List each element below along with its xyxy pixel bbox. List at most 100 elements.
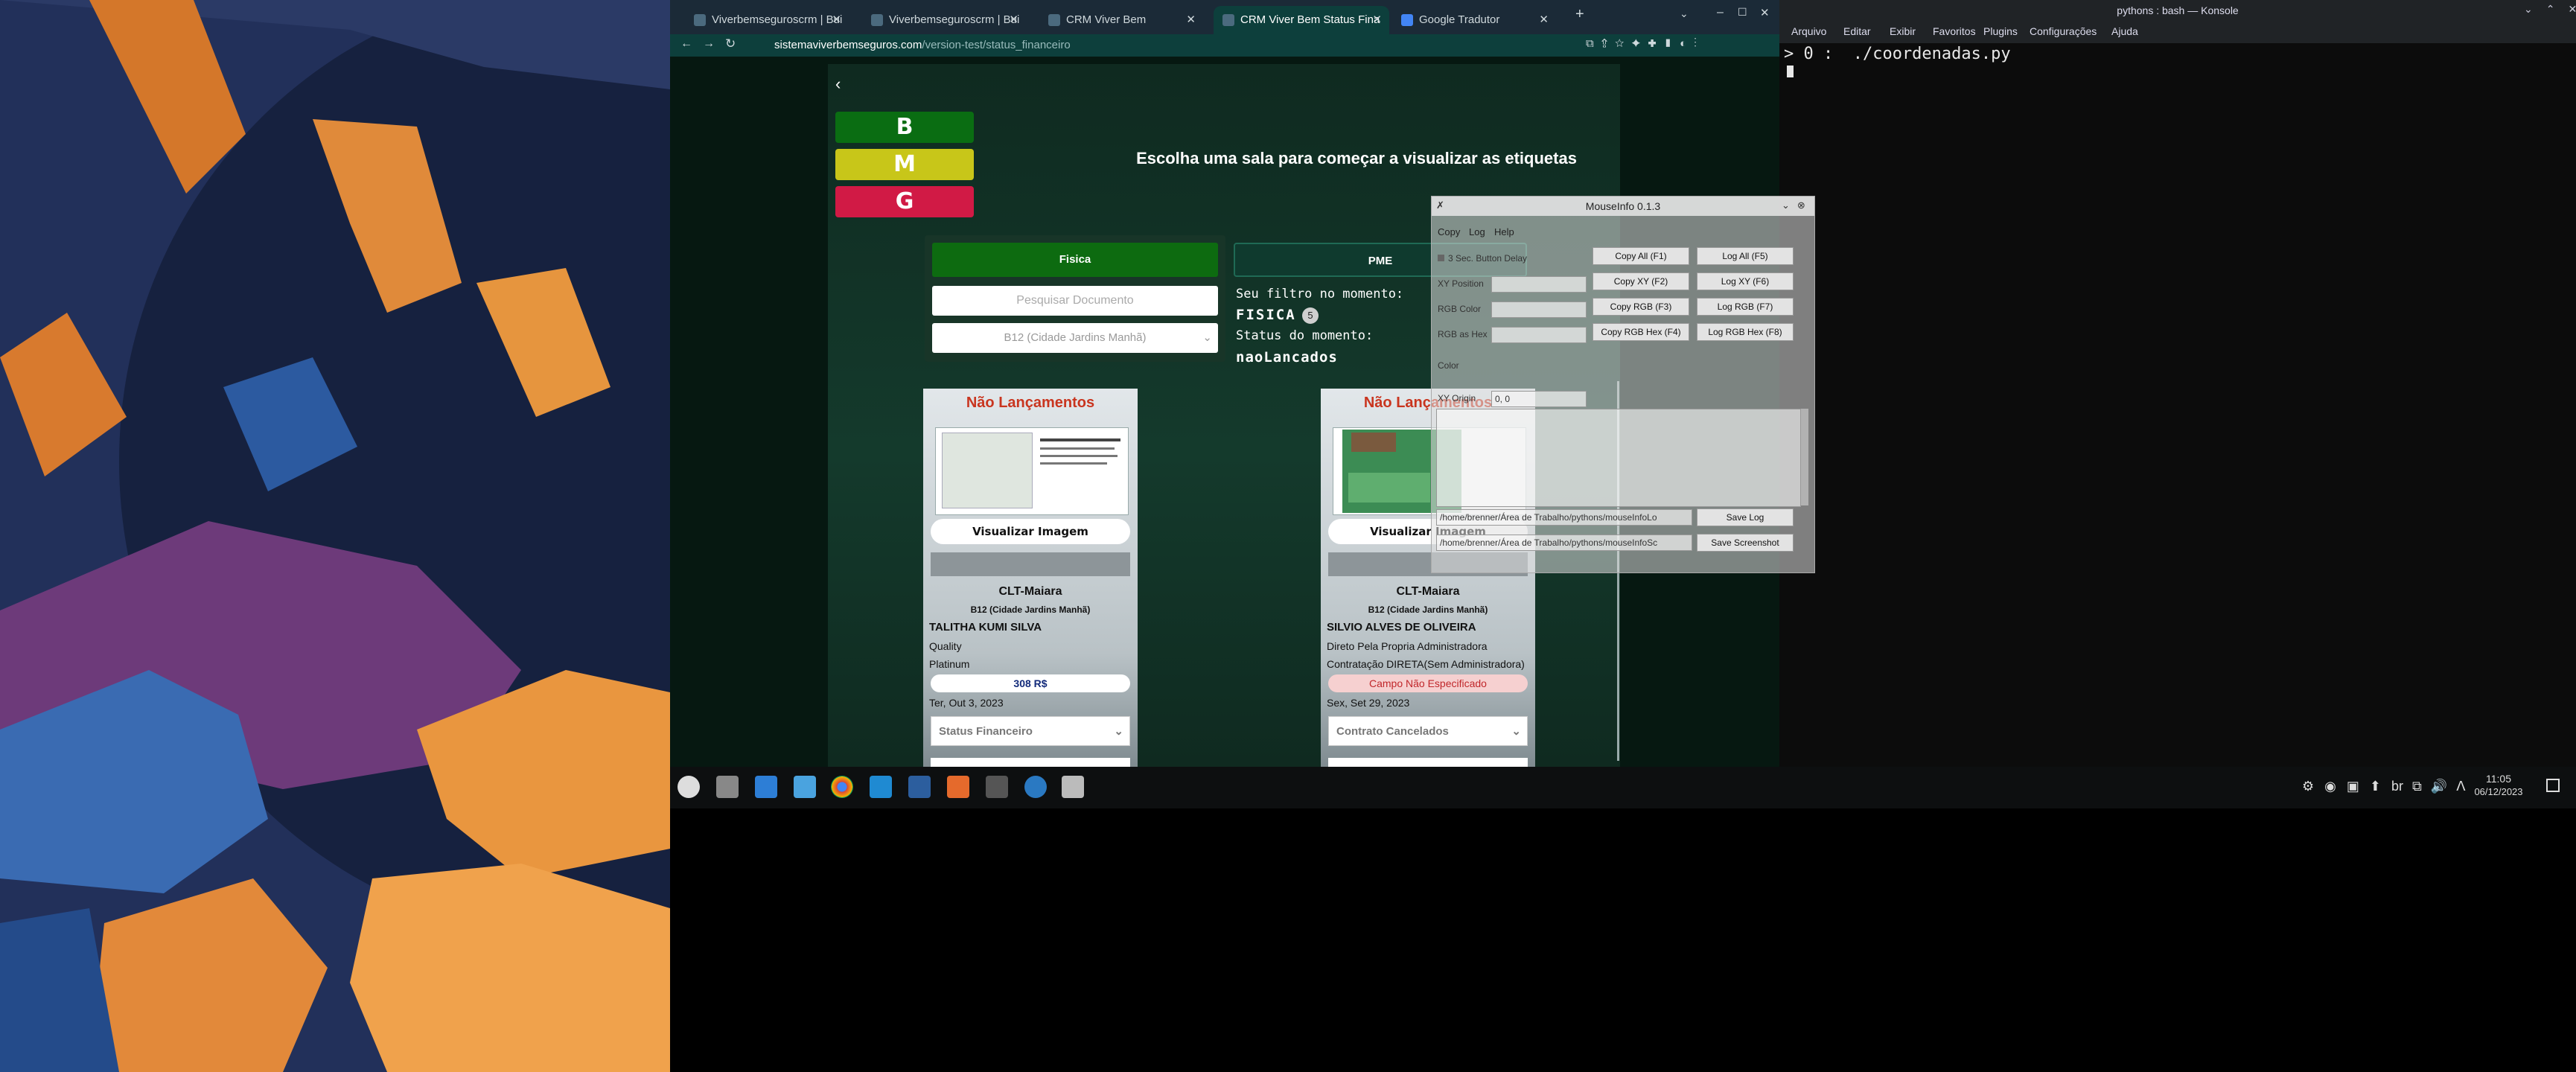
menu-configuracoes[interactable]: Configurações [2030, 25, 2097, 37]
close-tab-icon[interactable]: ✕ [1009, 6, 1018, 34]
next-select-partial [931, 758, 1130, 767]
mouseinfo-title: MouseInfo 0.1.3 [1432, 197, 1814, 216]
log-scrollbar[interactable] [1801, 409, 1808, 505]
site-favicon-icon [694, 14, 706, 26]
konsole-menubar: Arquivo Editar Exibir Favoritos Plugins … [1779, 21, 2576, 43]
tray-status-icons[interactable]: ⧉🔊ᐱ [2412, 779, 2475, 794]
filter-count-badge: 5 [1302, 307, 1319, 324]
menu-favoritos[interactable]: Favoritos [1933, 25, 1976, 37]
clock-time[interactable]: 11:05 [2475, 773, 2522, 785]
log-rgb-hex-button[interactable]: Log RGB Hex (F8) [1697, 323, 1794, 341]
forward-arrow-icon[interactable]: → [703, 37, 715, 51]
filter-panel: Fisica Pesquisar Documento B12 (Cidade J… [925, 235, 1225, 362]
delay-checkbox[interactable] [1438, 255, 1444, 261]
close-tab-icon[interactable]: ✕ [832, 6, 841, 34]
copy-rgb-button[interactable]: Copy RGB (F3) [1593, 298, 1689, 316]
card-location: B12 (Cidade Jardins Manhã) [970, 604, 1091, 615]
menu-copy[interactable]: Copy [1438, 226, 1460, 237]
rgb-color-field[interactable] [1491, 302, 1587, 318]
app-launcher-icon[interactable] [678, 776, 700, 798]
room-button-g[interactable]: G [835, 186, 974, 217]
tab-5[interactable]: Google Tradutor ✕ [1392, 6, 1556, 34]
vscode-icon[interactable] [870, 776, 892, 798]
document-thumbnail[interactable] [935, 427, 1129, 515]
status-select[interactable]: Contrato Cancelados ⌄ [1328, 716, 1528, 746]
tab-bar: Viverbemseguroscrm | Bui ✕ Viverbemseguro… [670, 0, 1779, 34]
chevron-left-icon[interactable]: ‹ [835, 74, 841, 94]
value-pill: 308 R$ [931, 674, 1130, 692]
rgb-hex-label: RGB as Hex [1438, 329, 1488, 339]
card-placeholder-bar [931, 552, 1130, 576]
menu-plugins[interactable]: Plugins [1983, 25, 2018, 37]
color-label: Color [1438, 360, 1459, 371]
copy-all-button[interactable]: Copy All (F1) [1593, 247, 1689, 265]
close-window-icon[interactable]: ✕ [1760, 6, 1770, 19]
menu-editar[interactable]: Editar [1843, 25, 1871, 37]
back-arrow-icon[interactable]: ← [680, 37, 692, 51]
save-screenshot-button[interactable]: Save Screenshot [1697, 534, 1794, 552]
browser-icon[interactable] [1024, 776, 1047, 798]
tab-3[interactable]: CRM Viver Bem ✕ [1039, 6, 1203, 34]
log-textarea[interactable] [1436, 409, 1801, 507]
xy-origin-field[interactable]: 0, 0 [1491, 391, 1587, 407]
copy-rgb-hex-button[interactable]: Copy RGB Hex (F4) [1593, 323, 1689, 341]
status-select[interactable]: Status Financeiro ⌄ [931, 716, 1130, 746]
next-select-partial [1328, 758, 1528, 767]
room-button-m[interactable]: M [835, 149, 974, 180]
desktop-wallpaper [0, 0, 670, 1072]
keyboard-layout[interactable]: br [2391, 779, 2403, 794]
log-all-button[interactable]: Log All (F5) [1697, 247, 1794, 265]
url-bar[interactable]: sistemaviverbemseguros.com/version-test/… [752, 36, 1496, 55]
window-controls-icons[interactable]: ⌄⌃✕ [2524, 3, 2576, 16]
app-icon[interactable] [947, 776, 969, 798]
tab-2[interactable]: Viverbemseguroscrm | Bui ✕ [862, 6, 1026, 34]
xy-position-field[interactable] [1491, 276, 1587, 293]
search-document-input[interactable]: Pesquisar Documento [932, 286, 1218, 316]
chevron-down-icon[interactable]: ⌄ [1680, 7, 1689, 20]
show-desktop-icon[interactable] [2546, 779, 2560, 792]
screenshot-path-field[interactable]: /home/brenner/Área de Trabalho/pythons/m… [1436, 535, 1692, 551]
app-icon[interactable] [908, 776, 931, 798]
log-rgb-button[interactable]: Log RGB (F7) [1697, 298, 1794, 316]
menu-exibir[interactable]: Exibir [1890, 25, 1916, 37]
card-line1: Quality [929, 640, 962, 652]
fisica-button[interactable]: Fisica [932, 243, 1218, 277]
minimize-icon[interactable]: – [1717, 6, 1724, 19]
close-tab-icon[interactable]: ✕ [1372, 6, 1382, 34]
card-name: SILVIO ALVES DE OLIVEIRA [1327, 621, 1476, 634]
save-log-button[interactable]: Save Log [1697, 508, 1794, 526]
discover-icon[interactable] [755, 776, 777, 798]
copy-xy-button[interactable]: Copy XY (F2) [1593, 272, 1689, 290]
room-button-b[interactable]: B [835, 112, 974, 143]
extension-icons[interactable]: ⧉⇪☆✦✚▮◐⋮ [1586, 37, 1704, 50]
view-image-button[interactable]: Visualizar Imagem [931, 519, 1130, 544]
log-path-field[interactable]: /home/brenner/Área de Trabalho/pythons/m… [1436, 509, 1692, 526]
new-tab-icon[interactable]: + [1575, 6, 1584, 23]
taskbar: ⚙◉▣⬆ br ⧉🔊ᐱ 11:05 06/12/2023 [670, 767, 2576, 808]
close-tab-icon[interactable]: ✕ [1539, 6, 1549, 34]
card-date: Sex, Set 29, 2023 [1327, 697, 1410, 709]
menu-ajuda[interactable]: Ajuda [2111, 25, 2138, 37]
rgb-hex-field[interactable] [1491, 327, 1587, 343]
app-icon: ✗ [1436, 200, 1444, 211]
close-tab-icon[interactable]: ✕ [1186, 6, 1196, 34]
reload-icon[interactable]: ↻ [725, 36, 736, 51]
chevron-down-icon: ⌄ [1511, 725, 1521, 738]
clock-date[interactable]: 06/12/2023 [2472, 786, 2525, 797]
mouseinfo-task-icon[interactable] [1062, 776, 1084, 798]
location-select[interactable]: B12 (Cidade Jardins Manhã) ⌄ [932, 323, 1218, 353]
tab-1[interactable]: Viverbemseguroscrm | Bui ✕ [685, 6, 849, 34]
menu-help[interactable]: Help [1494, 226, 1514, 237]
file-manager-icon[interactable] [794, 776, 816, 798]
chrome-icon[interactable] [831, 776, 853, 798]
tab-4-active[interactable]: CRM Viver Bem Status Fina ✕ [1214, 6, 1389, 34]
konsole-icon[interactable] [986, 776, 1008, 798]
log-xy-button[interactable]: Log XY (F6) [1697, 272, 1794, 290]
menu-log[interactable]: Log [1469, 226, 1485, 237]
task-manager-icon[interactable] [716, 776, 739, 798]
card-name: TALITHA KUMI SILVA [929, 621, 1042, 634]
maximize-icon[interactable]: ☐ [1738, 6, 1747, 19]
menu-arquivo[interactable]: Arquivo [1791, 25, 1826, 37]
window-controls-icons[interactable]: ⌄⊗ [1782, 200, 1813, 211]
system-tray-icons[interactable]: ⚙◉▣⬆ [2302, 779, 2391, 794]
